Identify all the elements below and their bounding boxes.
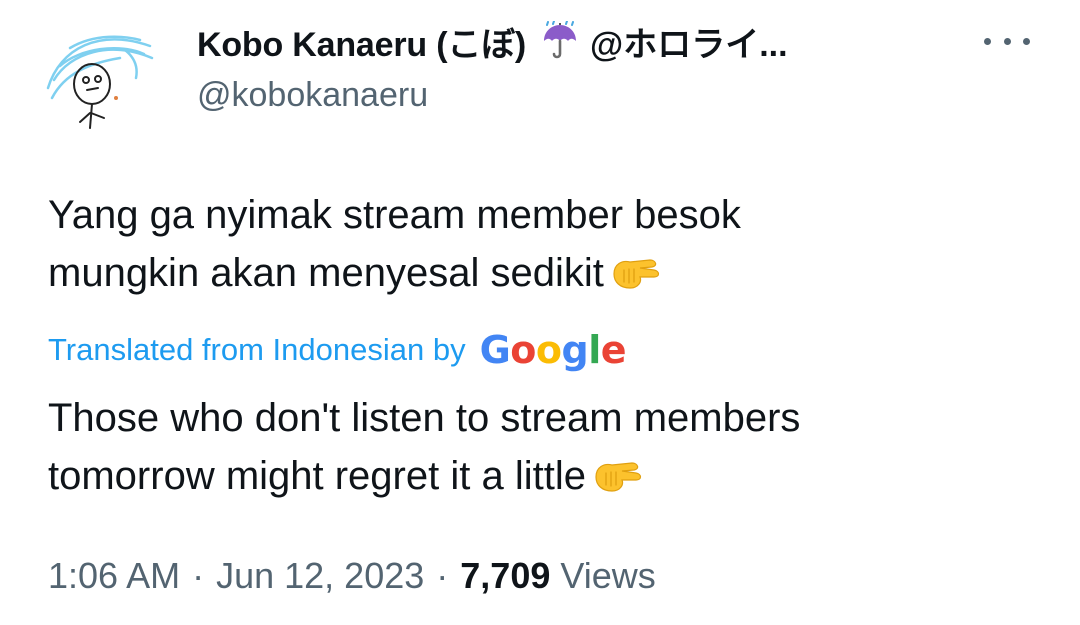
translated-from-label[interactable]: Translated from Indonesian by	[48, 332, 466, 368]
views-count: 7,709	[460, 555, 551, 596]
more-dot	[984, 37, 991, 45]
tweet-translated-line: Those who don't listen to stream members	[48, 396, 801, 440]
pinching-hand-emoji	[592, 455, 646, 497]
tweet: Kobo Kanaeru (こぼ) @ホロライ... @kobokanaeru …	[0, 0, 1080, 625]
google-logo-letter: l	[588, 328, 601, 372]
meta-separator: ·	[436, 555, 449, 596]
translation-attribution: Translated from Indonesian by Google	[48, 326, 627, 374]
tweet-translated-line-text: tomorrow might regret it a little	[48, 454, 586, 498]
google-logo-letter: g	[561, 328, 589, 372]
author-display-name[interactable]: Kobo Kanaeru (こぼ)	[197, 17, 526, 66]
tweet-translated-text: Those who don't listen to stream members…	[48, 389, 800, 505]
more-dot	[1023, 37, 1030, 45]
google-logo-letter: G	[479, 328, 511, 372]
views-label: Views	[560, 555, 656, 596]
tweet-date[interactable]: Jun 12, 2023	[216, 555, 424, 597]
avatar-drawing-icon	[40, 18, 162, 140]
more-options-icon[interactable]	[984, 26, 1030, 56]
author-name-suffix[interactable]: @ホロライ...	[590, 17, 788, 66]
avatar[interactable]	[40, 18, 162, 140]
tweet-original-text: Yang ga nyimak stream member besok mungk…	[48, 186, 741, 302]
google-logo-letter: e	[600, 328, 627, 372]
author-name-row[interactable]: Kobo Kanaeru (こぼ) @ホロライ...	[197, 18, 788, 64]
umbrella-rain-icon	[540, 21, 580, 61]
google-logo-letter: o	[510, 328, 536, 372]
tweet-time[interactable]: 1:06 AM	[48, 555, 180, 597]
tweet-original-line: Yang ga nyimak stream member besok	[48, 193, 741, 237]
meta-separator: ·	[192, 555, 205, 596]
pinching-hand-emoji	[610, 252, 664, 294]
author-handle[interactable]: @kobokanaeru	[197, 76, 428, 115]
tweet-original-line-2: mungkin akan menyesal sedikit	[48, 244, 741, 302]
tweet-translated-line-2: tomorrow might regret it a little	[48, 447, 800, 505]
tweet-original-line-text: mungkin akan menyesal sedikit	[48, 251, 604, 295]
google-logo: Google	[479, 328, 627, 372]
tweet-meta: 1:06 AM · Jun 12, 2023 · 7,709 Views	[48, 550, 656, 602]
more-dot	[1003, 37, 1011, 45]
google-logo-letter: o	[535, 328, 562, 372]
